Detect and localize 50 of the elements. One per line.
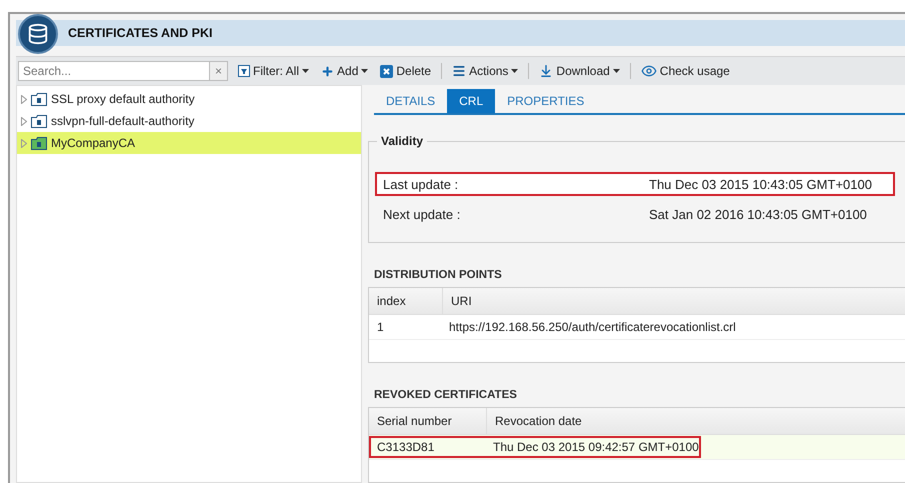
expand-icon <box>21 116 27 126</box>
column-header[interactable]: index <box>369 288 443 314</box>
toolbar-button[interactable]: Actions <box>450 64 520 78</box>
toolbar-button[interactable]: Filter: All <box>236 64 312 78</box>
column-header[interactable]: Serial number <box>369 408 487 434</box>
toolbar-button[interactable]: Download <box>537 64 622 78</box>
caret-icon <box>612 69 620 73</box>
table-cell-text: C3133D81 <box>376 440 436 454</box>
toolbar-button[interactable]: Delete <box>378 64 434 78</box>
table-cell-text: 1 <box>376 320 385 334</box>
page-title: CERTIFICATES AND PKI <box>68 26 212 40</box>
plus-icon <box>321 64 334 78</box>
search-field[interactable]: Search... <box>18 61 210 81</box>
eye-icon <box>640 63 657 79</box>
caret-icon <box>302 69 310 73</box>
caret-icon <box>361 69 368 73</box>
toolbar-button[interactable]: Check usage <box>638 63 732 79</box>
tree-item-label: MyCompanyCA <box>51 136 136 150</box>
field-value: Sat Jan 02 2016 10:43:05 GMT+0100 <box>649 206 867 222</box>
field-label: Last update : <box>383 176 460 192</box>
field-value: Thu Dec 03 2015 10:43:05 GMT+0100 <box>649 176 872 192</box>
expand-icon <box>21 138 27 148</box>
toolbar-button[interactable]: Add <box>319 64 370 78</box>
section-title: DISTRIBUTION POINTS <box>374 269 503 281</box>
section-title: REVOKED CERTIFICATES <box>374 389 518 401</box>
table-row[interactable]: C3133D81 Thu Dec 03 2015 09:42:57 GMT+0100 <box>369 435 905 460</box>
tab[interactable]: DETAILS <box>374 89 448 113</box>
certificate-folder-icon <box>31 92 47 106</box>
column-header[interactable]: Revocation date <box>487 408 905 434</box>
clear-button[interactable]: × <box>210 61 228 81</box>
group-title: Validity <box>377 134 428 148</box>
tree-item[interactable]: SSL proxy default authority <box>17 88 361 110</box>
certificate-folder-icon <box>31 136 47 150</box>
filter-icon <box>238 65 250 77</box>
tab[interactable]: PROPERTIES <box>495 89 596 113</box>
table-cell-text: https://192.168.56.250/auth/certificaterevocationlist.crl <box>448 320 736 334</box>
delete-icon <box>380 64 394 78</box>
menu-icon <box>452 64 466 78</box>
tree-item[interactable]: sslvpn-full-default-authority <box>17 110 361 132</box>
download-icon <box>539 64 554 78</box>
caret-icon <box>511 69 518 73</box>
table-cell-text: Thu Dec 03 2015 09:42:57 GMT+0100 <box>492 440 699 454</box>
field-label: Next update : <box>383 206 462 222</box>
column-header[interactable]: URI <box>443 288 905 314</box>
tree-item-label: sslvpn-full-default-authority <box>51 114 194 128</box>
certificate-folder-icon <box>31 114 47 128</box>
tree-item-label: SSL proxy default authority <box>51 92 195 106</box>
tree-item[interactable]: MyCompanyCA <box>17 132 361 154</box>
tab[interactable]: CRL <box>447 89 496 113</box>
expand-icon <box>21 94 27 104</box>
